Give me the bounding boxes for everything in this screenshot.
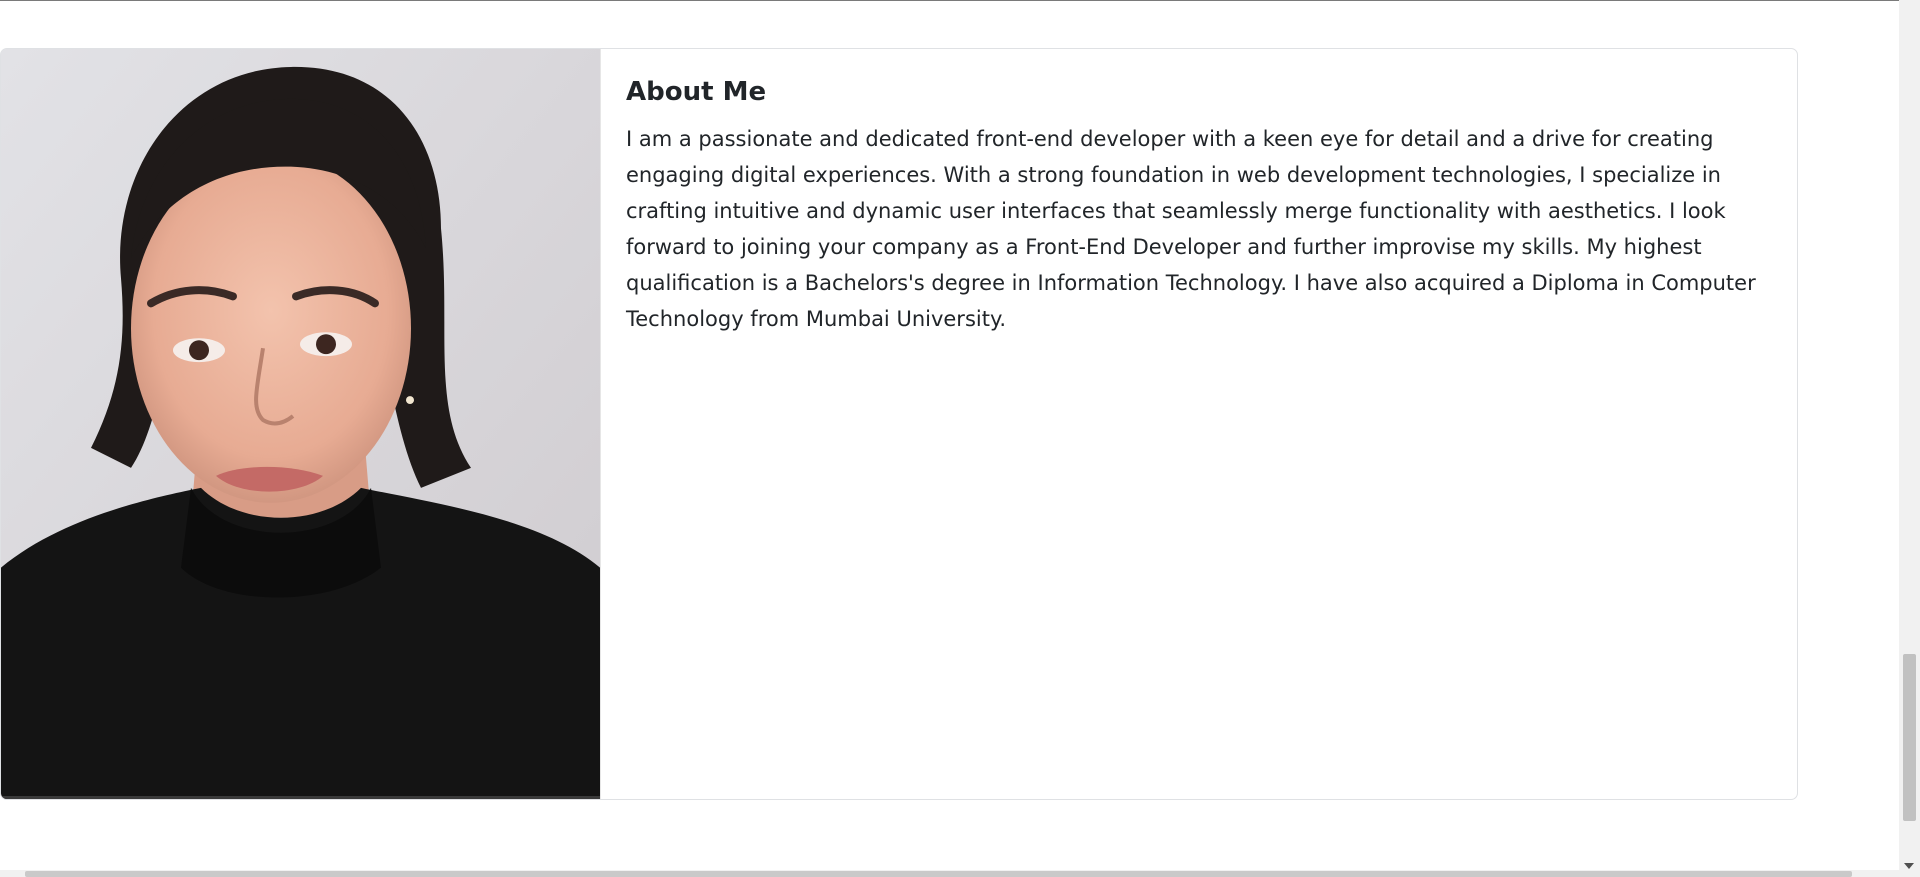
photo-bottom-edge bbox=[1, 796, 600, 799]
profile-photo-graphic bbox=[1, 49, 600, 799]
page-viewport: About Me I am a passionate and dedicated… bbox=[0, 0, 1920, 877]
about-card: About Me I am a passionate and dedicated… bbox=[0, 48, 1798, 800]
scroll-down-arrow-icon[interactable] bbox=[1904, 863, 1914, 869]
horizontal-scrollbar-thumb[interactable] bbox=[25, 871, 1852, 877]
top-divider bbox=[0, 0, 1899, 1]
about-title: About Me bbox=[626, 77, 767, 107]
profile-photo bbox=[1, 49, 601, 799]
about-text: I am a passionate and dedicated front-en… bbox=[626, 127, 1756, 331]
about-card-body: About Me I am a passionate and dedicated… bbox=[601, 49, 1797, 799]
horizontal-scrollbar[interactable] bbox=[0, 870, 1899, 877]
vertical-scrollbar-thumb[interactable] bbox=[1903, 654, 1916, 821]
vertical-scrollbar[interactable] bbox=[1899, 0, 1920, 877]
